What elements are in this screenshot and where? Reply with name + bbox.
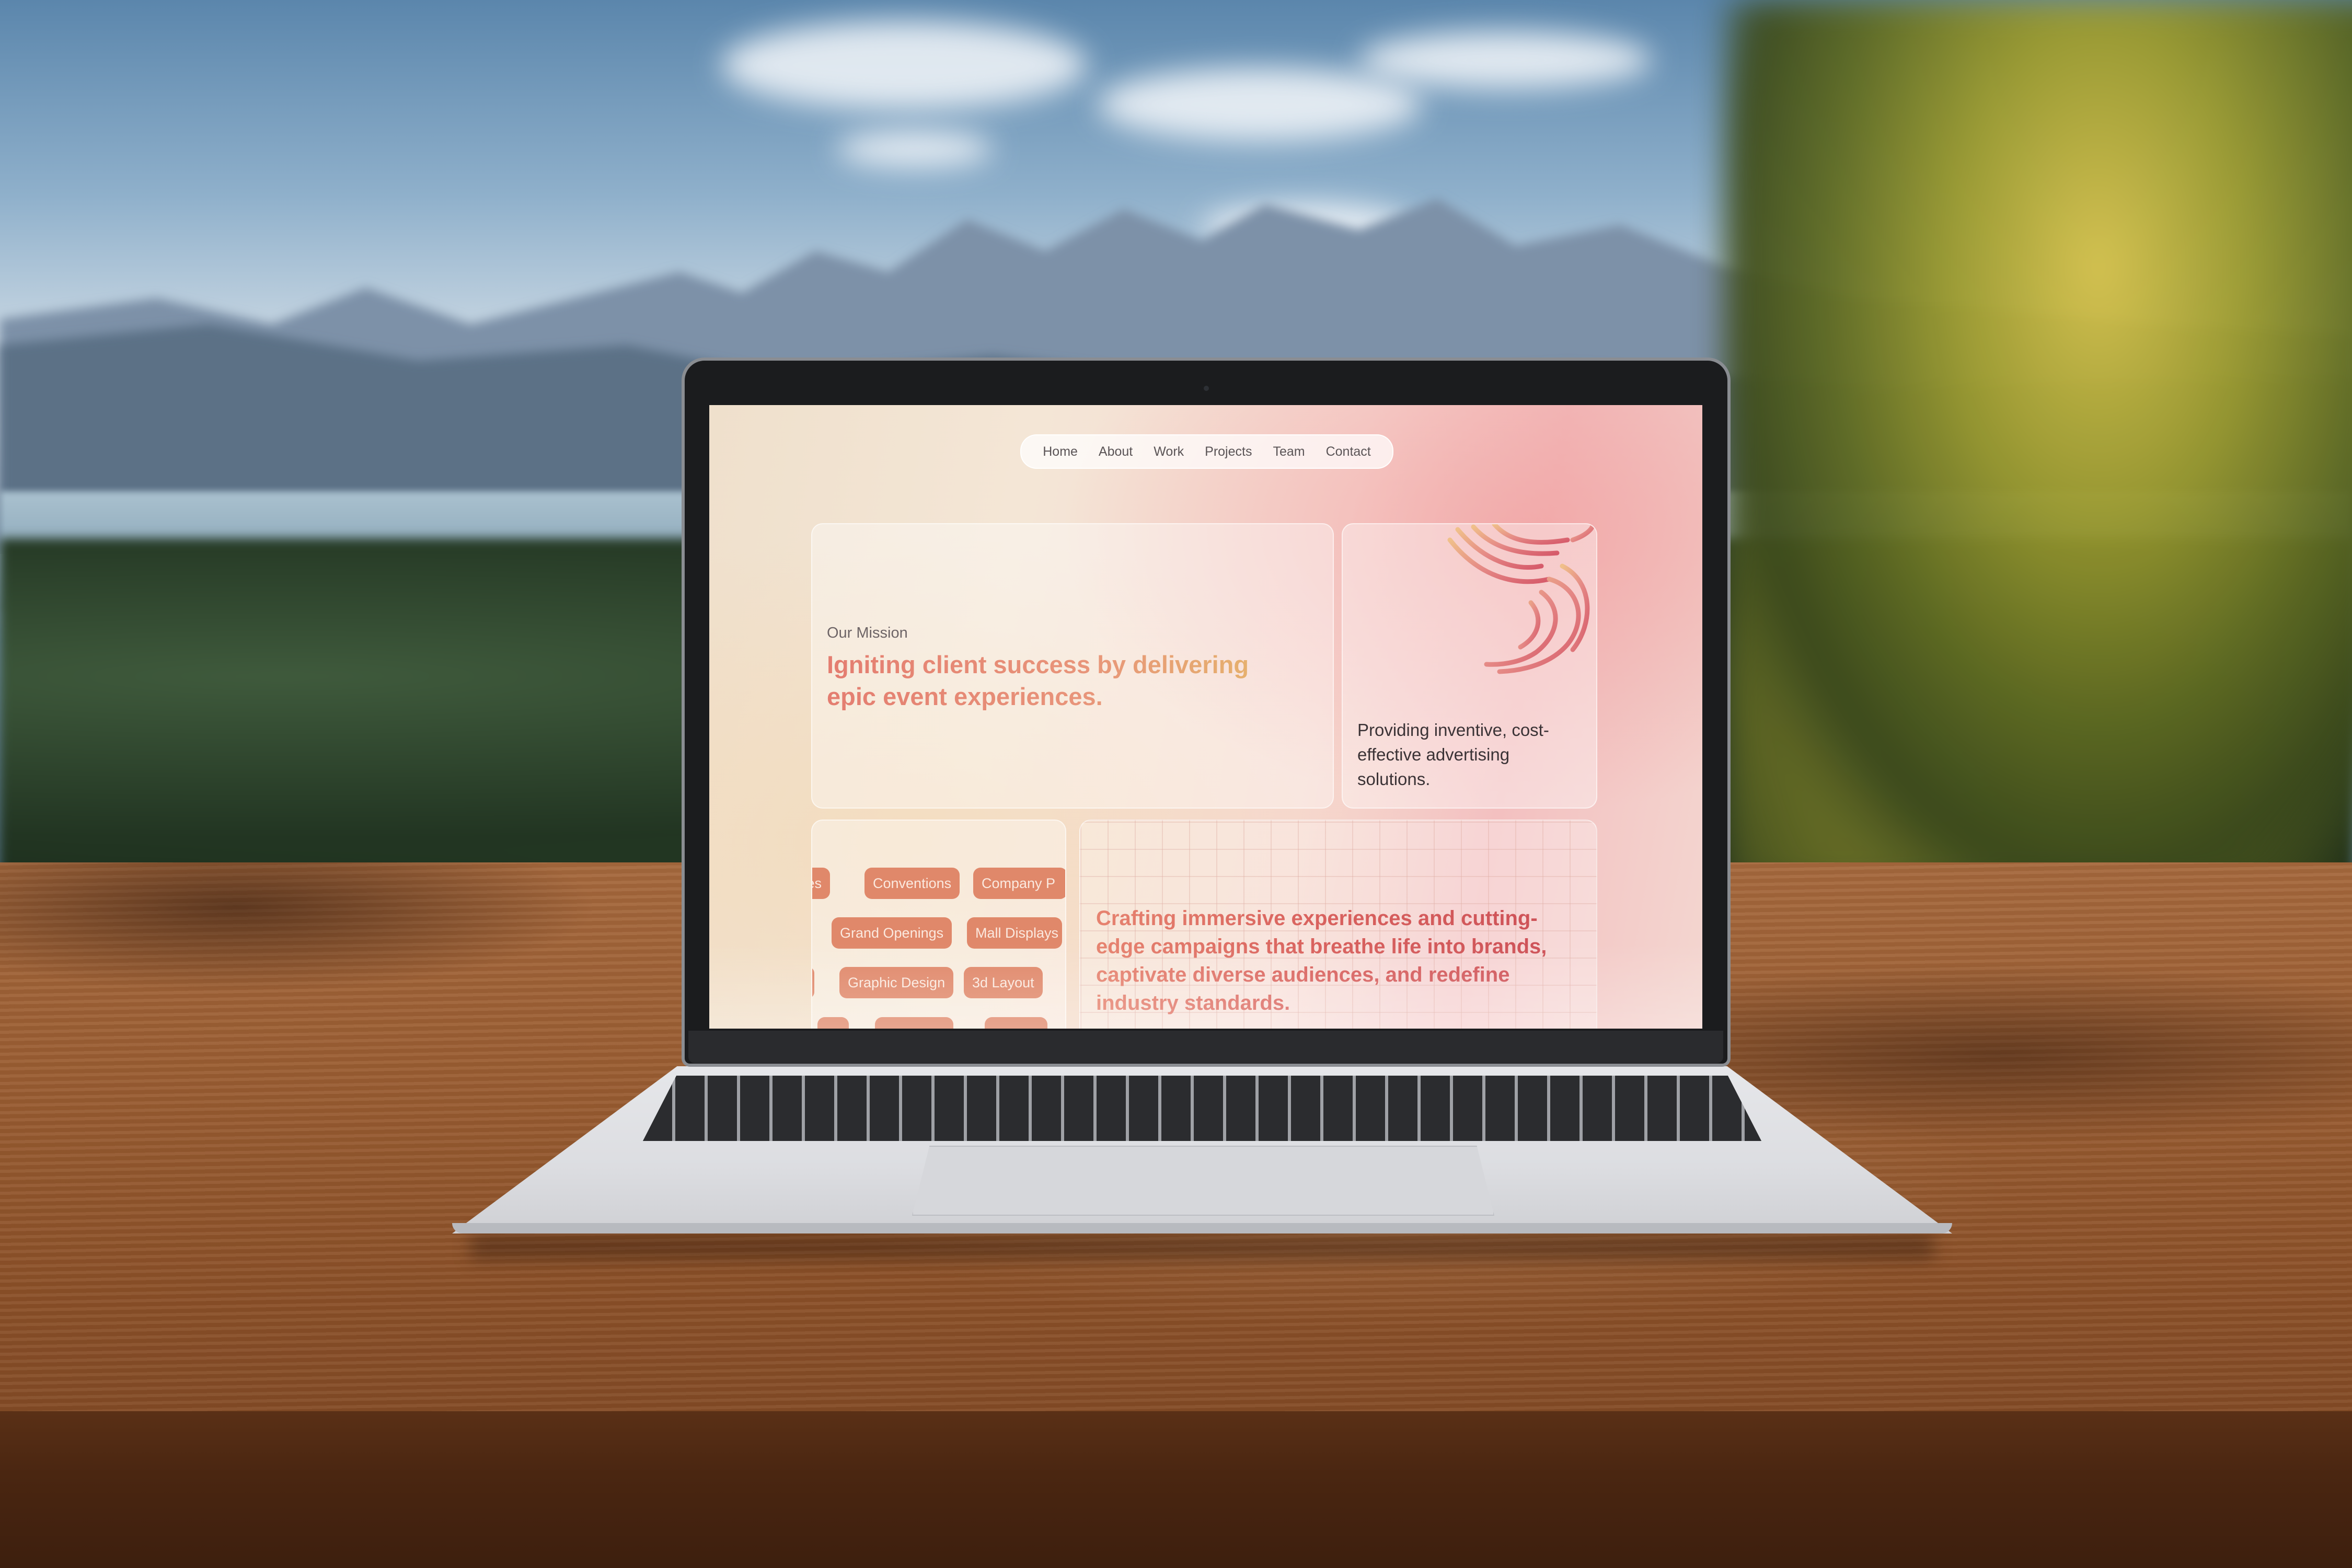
cloud (721, 21, 1087, 110)
trackpad[interactable] (912, 1146, 1494, 1216)
nav-about[interactable]: About (1099, 444, 1133, 459)
laptop-base-front (452, 1223, 1952, 1233)
tag-chip[interactable]: Company P (973, 868, 1065, 899)
tag-chip[interactable] (817, 1017, 849, 1029)
tags-marquee: ces Conventions Company P Grand Openings… (812, 821, 1065, 1029)
cloud (1359, 31, 1652, 89)
tag-chip[interactable]: Mall Displays (967, 917, 1062, 949)
laptop-shadow (470, 1233, 1934, 1260)
cloud (1098, 68, 1422, 141)
laptop-chin (688, 1031, 1723, 1063)
mission-title: Igniting client success by delivering ep… (827, 649, 1297, 712)
tree (1725, 0, 2352, 889)
top-nav: Home About Work Projects Team Contact (1020, 434, 1393, 469)
nav-work[interactable]: Work (1154, 444, 1184, 459)
tag-chip[interactable]: Graphic Design (839, 967, 954, 998)
crafting-text: Crafting immersive experiences and cutti… (1096, 904, 1582, 1017)
phoenix-logo-icon (1447, 524, 1595, 674)
keyboard[interactable] (643, 1076, 1761, 1141)
mission-card: Our Mission Igniting client success by d… (811, 523, 1334, 809)
services-tags-card: ces Conventions Company P Grand Openings… (811, 820, 1066, 1029)
nav-projects[interactable]: Projects (1205, 444, 1252, 459)
tag-chip[interactable] (985, 1017, 1047, 1029)
table-edge (0, 1411, 2352, 1568)
nav-contact[interactable]: Contact (1326, 444, 1371, 459)
mission-label: Our Mission (827, 625, 908, 641)
tag-chip[interactable]: Conventions (864, 868, 960, 899)
tag-chip[interactable]: ces (812, 868, 831, 899)
logo-card-text: Providing inventive, cost-effective adve… (1357, 720, 1549, 789)
cloud (836, 131, 993, 167)
tag-chip[interactable]: 3d Layout (964, 967, 1043, 998)
nav-home[interactable]: Home (1043, 444, 1078, 459)
tag-chip[interactable] (875, 1017, 953, 1029)
logo-card: Providing inventive, cost-effective adve… (1342, 523, 1597, 809)
laptop-screen: Home About Work Projects Team Contact Ou… (709, 405, 1702, 1029)
tag-chip[interactable]: Grand Openings (832, 917, 952, 949)
tag-chip[interactable] (812, 967, 814, 998)
webcam (1204, 386, 1209, 391)
crafting-card: Crafting immersive experiences and cutti… (1079, 820, 1597, 1029)
nav-team[interactable]: Team (1273, 444, 1305, 459)
